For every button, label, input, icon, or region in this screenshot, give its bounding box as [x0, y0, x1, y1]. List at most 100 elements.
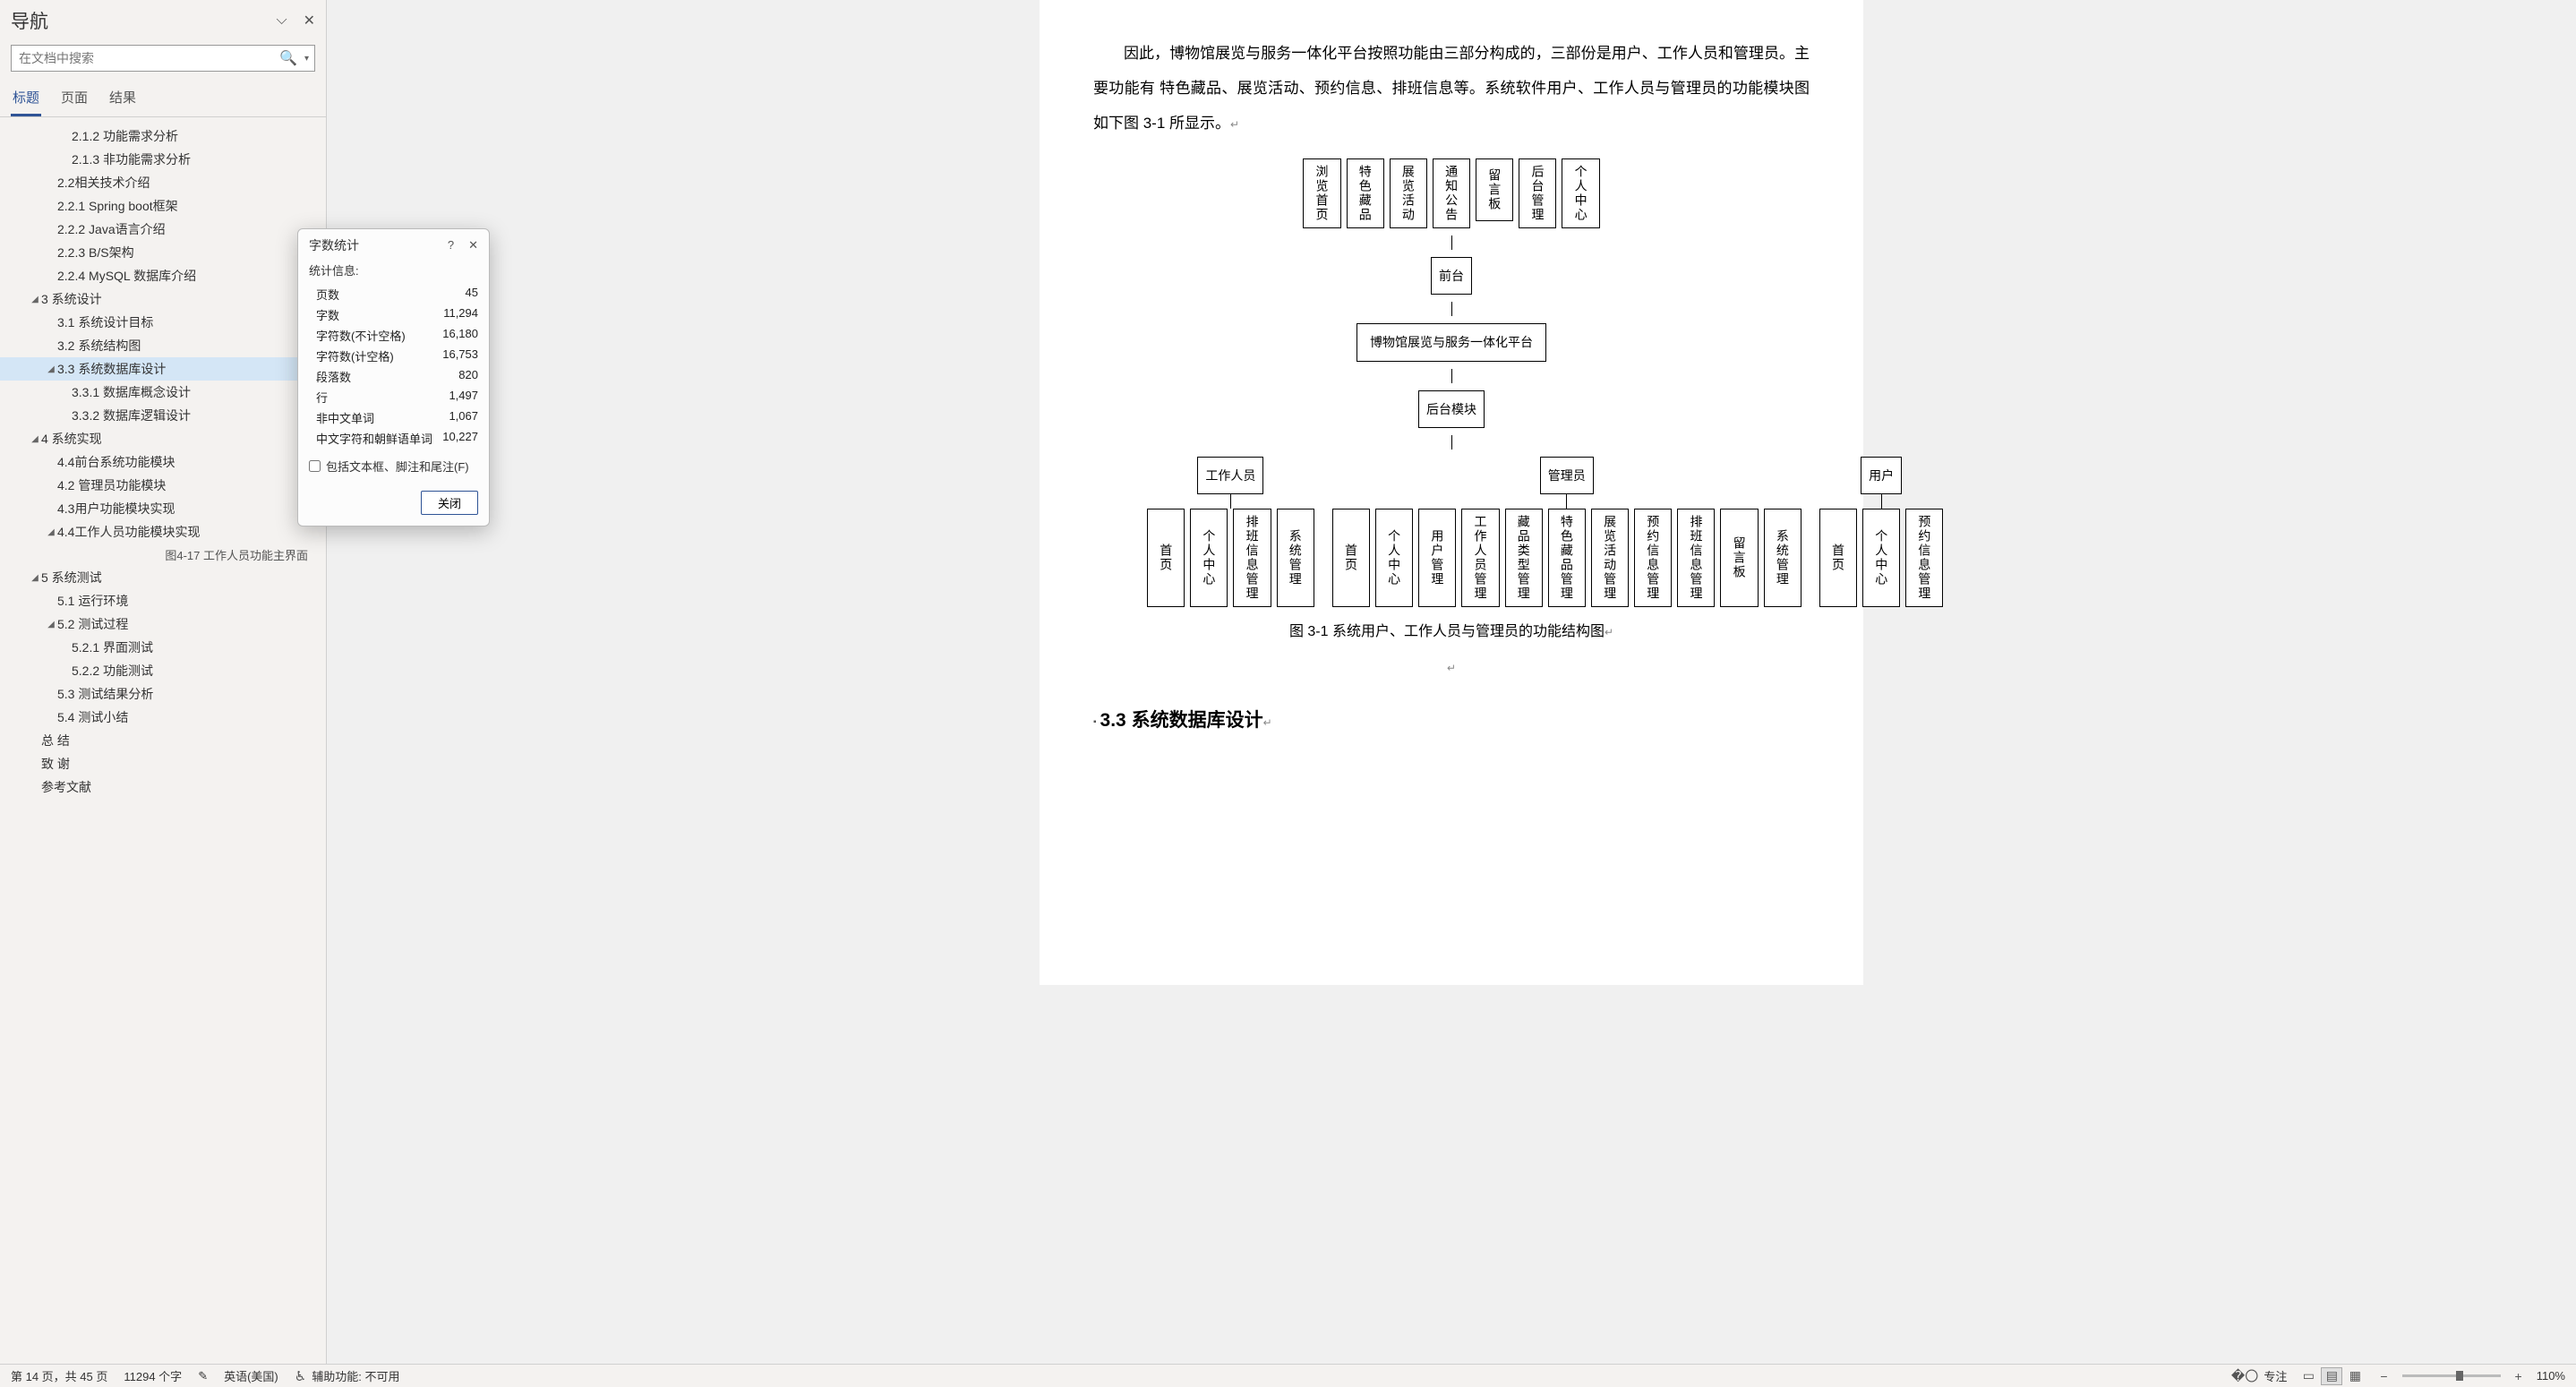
tree-item-label: 参考文献 — [41, 778, 315, 796]
tree-item-label: 3 系统设计 — [41, 290, 315, 308]
nav-tree-item[interactable]: 3.3.2 数据库逻辑设计 — [0, 404, 326, 427]
nav-tree-item[interactable]: 2.1.3 非功能需求分析 — [0, 148, 326, 171]
nav-tree-item[interactable]: 3.2 系统结构图 — [0, 334, 326, 357]
close-panel-icon[interactable]: ✕ — [304, 12, 315, 30]
status-focus[interactable]: �〇专注 — [2231, 1366, 2287, 1385]
tab-pages[interactable]: 页面 — [59, 82, 90, 116]
diagram-top-node: 展览活动 — [1390, 158, 1427, 228]
nav-search-box[interactable]: 🔍 ▾ — [11, 45, 315, 72]
nav-tree-item[interactable]: 5.2.2 功能测试 — [0, 659, 326, 682]
search-dropdown-icon[interactable]: ▾ — [304, 54, 314, 64]
nav-tree-item[interactable]: 总 结 — [0, 729, 326, 752]
stat-label: 非中文单词 — [316, 409, 374, 426]
stat-label: 段落数 — [316, 368, 351, 385]
diagram-frontend-box: 前台 — [1431, 257, 1472, 295]
close-button[interactable]: 关闭 — [421, 491, 478, 515]
status-accessibility[interactable]: ♿︎辅助功能: 不可用 — [295, 1367, 400, 1384]
tree-caret-icon[interactable]: ◢ — [29, 434, 41, 444]
document-area[interactable]: 因此，博物馆展览与服务一体化平台按照功能由三部分构成的，三部份是用户、工作人员和… — [327, 0, 2576, 1387]
nav-tree-item[interactable]: 5.2.1 界面测试 — [0, 636, 326, 659]
tree-item-label: 致 谢 — [41, 755, 315, 773]
tab-results[interactable]: 结果 — [107, 82, 138, 116]
nav-tree-item[interactable]: 5.1 运行环境 — [0, 589, 326, 612]
nav-tree-item[interactable]: ◢3 系统设计 — [0, 287, 326, 311]
diagram-backend-box: 后台模块 — [1418, 390, 1485, 428]
status-page-info[interactable]: 第 14 页，共 45 页 — [11, 1367, 107, 1384]
tree-item-label: 总 结 — [41, 732, 315, 749]
zoom-level[interactable]: 110% — [2537, 1369, 2565, 1383]
stat-label: 页数 — [316, 286, 339, 303]
tree-item-label: 3.3.2 数据库逻辑设计 — [72, 407, 315, 424]
view-print-icon[interactable]: ▤ — [2321, 1367, 2342, 1385]
tree-caret-icon[interactable]: ◢ — [29, 295, 41, 304]
search-input[interactable] — [12, 46, 272, 71]
diagram-leaf-node: 系统管理 — [1277, 509, 1314, 607]
nav-tree-item[interactable]: 5.4 测试小结 — [0, 706, 326, 729]
zoom-in-icon[interactable]: + — [2512, 1369, 2526, 1383]
zoom-out-icon[interactable]: − — [2376, 1369, 2391, 1383]
diagram-leaf-node: 个人中心 — [1862, 509, 1900, 607]
nav-tree-item[interactable]: 2.1.2 功能需求分析 — [0, 124, 326, 148]
nav-tree-item[interactable]: ◢4.4工作人员功能模块实现 — [0, 520, 326, 544]
tree-caret-icon[interactable]: ◢ — [45, 620, 57, 629]
include-textbox-checkbox[interactable]: 包括文本框、脚注和尾注(F) — [309, 458, 478, 475]
dialog-help-icon[interactable]: ? — [448, 238, 454, 253]
nav-tree-item[interactable]: 2.2.1 Spring boot框架 — [0, 194, 326, 218]
nav-tree-item[interactable]: 2.2.4 MySQL 数据库介绍 — [0, 264, 326, 287]
chevron-down-icon[interactable]: ⌵ — [276, 13, 287, 29]
status-spellcheck-icon[interactable]: ✎ — [198, 1369, 208, 1383]
tree-item-label: 4 系统实现 — [41, 430, 315, 448]
nav-tree-item[interactable]: 4.3用户功能模块实现 — [0, 497, 326, 520]
diagram-leaf-node: 排班信息管理 — [1677, 509, 1715, 607]
nav-tree-item[interactable]: 2.2.2 Java语言介绍 — [0, 218, 326, 241]
checkbox-input[interactable] — [309, 460, 321, 472]
diagram-top-node: 浏览首页 — [1303, 158, 1340, 228]
dialog-close-icon[interactable]: ✕ — [468, 238, 478, 253]
stat-value: 1,067 — [449, 409, 478, 426]
nav-tree-item[interactable]: 图4-17 工作人员功能主界面 — [0, 544, 326, 566]
stat-value: 16,180 — [442, 327, 478, 344]
tree-item-label: 2.2.2 Java语言介绍 — [57, 220, 315, 238]
tree-item-label: 3.2 系统结构图 — [57, 337, 315, 355]
diagram-leaf-node: 个人中心 — [1375, 509, 1413, 607]
nav-tree-item[interactable]: ◢5 系统测试 — [0, 566, 326, 589]
status-word-count[interactable]: 11294 个字 — [124, 1367, 182, 1384]
nav-tree-item[interactable]: 2.2.3 B/S架构 — [0, 241, 326, 264]
nav-tree-item[interactable]: 4.4前台系统功能模块 — [0, 450, 326, 474]
nav-tree-item[interactable]: 3.1 系统设计目标 — [0, 311, 326, 334]
stat-row: 段落数820 — [309, 366, 478, 387]
nav-tree-item[interactable]: 4.2 管理员功能模块 — [0, 474, 326, 497]
diagram-leaf-node: 预约信息管理 — [1634, 509, 1672, 607]
tree-item-label: 2.2.4 MySQL 数据库介绍 — [57, 267, 315, 285]
tree-item-label: 5.4 测试小结 — [57, 708, 315, 726]
nav-tree-item[interactable]: ◢4 系统实现 — [0, 427, 326, 450]
stat-row: 字数11,294 — [309, 304, 478, 325]
diagram-role-admin: 管理员 — [1540, 457, 1594, 494]
tree-caret-icon[interactable]: ◢ — [29, 573, 41, 583]
tree-caret-icon[interactable]: ◢ — [45, 364, 57, 374]
nav-tree-item[interactable]: 参考文献 — [0, 775, 326, 799]
diagram-leaf-node: 展览活动管理 — [1591, 509, 1629, 607]
nav-tree-item[interactable]: 3.3.1 数据库概念设计 — [0, 381, 326, 404]
nav-tree: 2.1.2 功能需求分析2.1.3 非功能需求分析2.2相关技术介绍2.2.1 … — [0, 117, 326, 1387]
zoom-slider[interactable] — [2402, 1374, 2501, 1377]
navigation-panel: 导航 ⌵ ✕ 🔍 ▾ 标题 页面 结果 2.1.2 功能需求分析2.1.3 非功… — [0, 0, 327, 1387]
stat-label: 字符数(计空格) — [316, 347, 394, 364]
view-read-icon[interactable]: ▭ — [2298, 1367, 2319, 1385]
search-icon[interactable]: 🔍 — [272, 49, 304, 67]
nav-tree-item[interactable]: 5.3 测试结果分析 — [0, 682, 326, 706]
tree-item-label: 5.2.2 功能测试 — [72, 662, 315, 680]
stat-label: 字符数(不计空格) — [316, 327, 406, 344]
nav-tree-item[interactable]: 2.2相关技术介绍 — [0, 171, 326, 194]
status-language[interactable]: 英语(美国) — [224, 1367, 278, 1384]
diagram-leaf-node: 排班信息管理 — [1233, 509, 1271, 607]
stat-value: 16,753 — [442, 347, 478, 364]
tree-caret-icon[interactable]: ◢ — [45, 527, 57, 537]
nav-tree-item[interactable]: ◢5.2 测试过程 — [0, 612, 326, 636]
nav-tree-item[interactable]: 致 谢 — [0, 752, 326, 775]
tab-headings[interactable]: 标题 — [11, 82, 41, 116]
nav-tree-item[interactable]: ◢3.3 系统数据库设计 — [0, 357, 326, 381]
view-web-icon[interactable]: ▦ — [2344, 1367, 2366, 1385]
diagram-leaf-node: 用户管理 — [1418, 509, 1456, 607]
stat-row: 字符数(计空格) 16,753 — [309, 346, 478, 366]
